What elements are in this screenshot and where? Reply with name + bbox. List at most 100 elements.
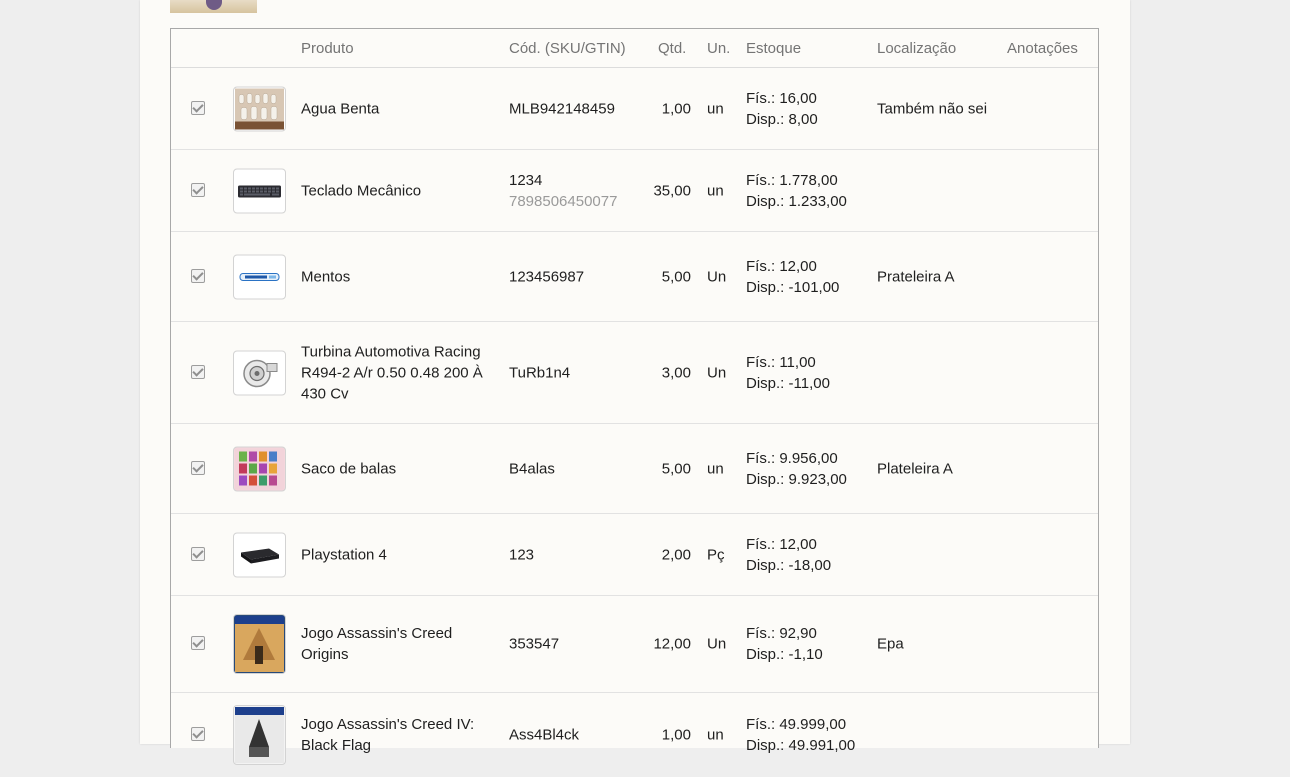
product-unit: un	[707, 726, 724, 744]
product-code: 123456987	[509, 266, 639, 287]
stock-disponivel: Disp.: 49.991,00	[746, 737, 856, 754]
product-location: Prateleira A	[877, 268, 955, 285]
product-stock: Fís.: 16,00 Disp.: 8,00	[746, 88, 871, 130]
product-stock: Fís.: 11,00 Disp.: -11,00	[746, 352, 871, 394]
product-name: Playstation 4	[301, 546, 387, 563]
stock-disponivel: Disp.: -1,10	[746, 646, 823, 663]
header-un: Un.	[707, 40, 731, 57]
stock-disponivel: Disp.: -11,00	[746, 374, 830, 392]
product-sku: 1234	[509, 171, 543, 189]
product-thumbnail	[233, 532, 286, 577]
game-cover-thumb-icon	[233, 614, 286, 674]
product-stock: Fís.: 9.956,00 Disp.: 9.923,00	[746, 448, 871, 490]
candy-pack-thumb-icon	[233, 254, 286, 299]
stock-fisico: Fís.: 12,00	[746, 257, 817, 275]
product-qty: 12,00	[653, 635, 691, 653]
table-row: Turbina Automotiva Racing R494-2 A/r 0.5…	[171, 322, 1098, 424]
product-thumbnail	[233, 614, 286, 674]
product-code: Ass4Bl4ck	[509, 725, 639, 746]
header-produto: Produto	[301, 40, 354, 57]
top-image-thumbnail	[170, 0, 257, 13]
product-code: TuRb1n4	[509, 362, 639, 383]
product-qty: 35,00	[653, 182, 691, 199]
stock-disponivel: Disp.: 1.233,00	[746, 192, 847, 210]
product-stock: Fís.: 12,00 Disp.: -18,00	[746, 534, 871, 576]
product-name: Mentos	[301, 268, 351, 285]
stock-fisico: Fís.: 16,00	[746, 89, 817, 107]
products-table: Produto Cód. (SKU/GTIN) Qtd. Un. Estoque…	[170, 28, 1099, 765]
row-checkbox[interactable]	[191, 460, 207, 477]
stock-disponivel: Disp.: 8,00	[746, 110, 818, 128]
row-checkbox[interactable]	[191, 636, 207, 652]
product-qty: 1,00	[661, 726, 691, 744]
stock-fisico: Fís.: 12,00	[746, 535, 817, 553]
product-code: 123	[509, 544, 639, 565]
table-row: Mentos 123456987 5,00 Un Fís.: 12,00 Dis…	[171, 232, 1098, 322]
product-unit: Pç	[707, 546, 725, 563]
product-sku: B4alas	[509, 460, 555, 477]
game-cover-thumb-icon	[233, 705, 286, 765]
product-stock: Fís.: 1.778,00 Disp.: 1.233,00	[746, 170, 871, 212]
turbo-thumb-icon	[233, 350, 286, 395]
product-location: Plateleira A	[877, 460, 953, 477]
product-thumbnail	[233, 705, 286, 765]
product-sku: MLB942148459	[509, 100, 615, 117]
stock-disponivel: Disp.: -18,00	[746, 556, 832, 574]
product-name: Teclado Mecânico	[301, 182, 422, 199]
row-checkbox[interactable]	[191, 364, 207, 381]
product-code: 1234 7898506450077	[509, 170, 639, 212]
row-checkbox[interactable]	[191, 727, 207, 743]
product-gtin: 7898506450077	[509, 192, 618, 210]
table-row: Agua Benta MLB942148459 1,00 un Fís.: 16…	[171, 68, 1098, 150]
product-thumbnail	[233, 254, 286, 299]
stock-disponivel: Disp.: -101,00	[746, 278, 840, 296]
table-row: Teclado Mecânico 1234 7898506450077 35,0…	[171, 150, 1098, 232]
product-thumbnail	[233, 446, 286, 491]
product-stock: Fís.: 49.999,00 Disp.: 49.991,00	[746, 714, 871, 756]
product-qty: 5,00	[661, 460, 691, 477]
product-sku: 123456987	[509, 268, 585, 285]
product-sku: TuRb1n4	[509, 364, 571, 381]
table-row: Jogo Assassin's Creed Origins 353547 12,…	[171, 596, 1098, 693]
product-thumbnail	[233, 168, 286, 213]
header-codigo: Cód. (SKU/GTIN)	[509, 40, 626, 57]
row-checkbox[interactable]	[191, 182, 207, 199]
product-thumbnail	[233, 86, 286, 131]
console-thumb-icon	[233, 532, 286, 577]
product-sku: 353547	[509, 635, 560, 653]
stock-fisico: Fís.: 9.956,00	[746, 449, 838, 467]
product-name: Saco de balas	[301, 460, 397, 477]
product-unit: un	[707, 100, 724, 117]
product-qty: 1,00	[661, 100, 691, 117]
product-name: Jogo Assassin's Creed IV: Black Flag	[301, 716, 475, 754]
row-checkbox[interactable]	[191, 100, 207, 117]
product-unit: Un	[707, 268, 727, 285]
product-qty: 2,00	[661, 546, 691, 563]
product-code: 353547	[509, 634, 639, 655]
table-row: Saco de balas B4alas 5,00 un Fís.: 9.956…	[171, 424, 1098, 514]
product-code: MLB942148459	[509, 98, 639, 119]
header-anotacoes: Anotações	[1007, 40, 1078, 57]
row-checkbox[interactable]	[191, 268, 207, 285]
row-checkbox[interactable]	[191, 546, 207, 563]
stock-disponivel: Disp.: 9.923,00	[746, 470, 847, 488]
product-unit: Un	[707, 635, 727, 653]
stock-fisico: Fís.: 49.999,00	[746, 716, 847, 733]
table-header: Produto Cód. (SKU/GTIN) Qtd. Un. Estoque…	[171, 29, 1098, 68]
header-localizacao: Localização	[877, 40, 957, 57]
product-stock: Fís.: 92,90 Disp.: -1,10	[746, 623, 871, 665]
product-location: Epa	[877, 635, 904, 653]
header-qtd: Qtd.	[658, 40, 687, 57]
keyboard-thumb-icon	[233, 168, 286, 213]
product-qty: 3,00	[661, 364, 691, 381]
product-location: Também não sei	[877, 100, 988, 117]
table-row: Jogo Assassin's Creed IV: Black Flag Ass…	[171, 693, 1098, 777]
product-sku: Ass4Bl4ck	[509, 726, 580, 744]
product-stock: Fís.: 12,00 Disp.: -101,00	[746, 256, 871, 298]
stock-fisico: Fís.: 92,90	[746, 625, 817, 642]
product-qty: 5,00	[661, 268, 691, 285]
product-unit: un	[707, 182, 724, 199]
header-estoque: Estoque	[746, 40, 802, 57]
product-sku: 123	[509, 546, 535, 563]
product-thumbnail	[233, 350, 286, 395]
